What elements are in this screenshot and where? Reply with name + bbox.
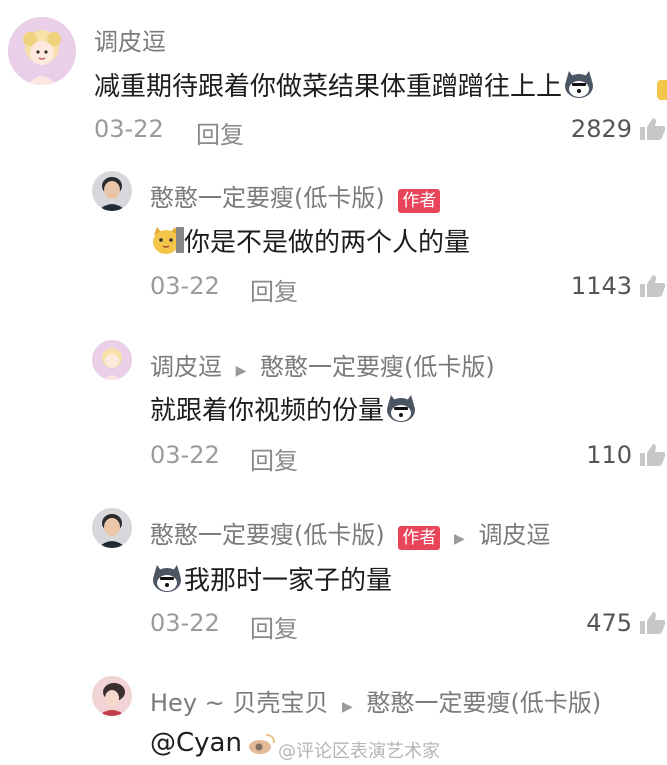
comment-text: 减重期待跟着你做菜结果体重蹭蹭往上上 <box>94 66 596 106</box>
reply-date: 03-22 <box>150 272 220 300</box>
avatar-author[interactable] <box>92 508 132 548</box>
reply-text-body: 就跟着你视频的份量 <box>150 396 385 426</box>
reply-author[interactable]: 调皮逗 ▶ 憨憨一定要瘦(低卡版) <box>150 347 495 382</box>
reply-button[interactable]: 回复 <box>250 609 298 644</box>
weibo-logo-icon <box>248 732 276 760</box>
reply-date: 03-22 <box>150 609 220 637</box>
comment-text-body: 减重期待跟着你做菜结果体重蹭蹭往上上 <box>94 72 563 102</box>
avatar-author[interactable] <box>92 171 132 211</box>
thumbs-up-icon[interactable] <box>637 442 667 472</box>
reply-to-name[interactable]: 憨憨一定要瘦(低卡版) <box>366 689 601 717</box>
reply-author-name: 调皮逗 <box>150 353 222 381</box>
like-count: 110 <box>586 441 632 469</box>
husky-emoji-icon <box>384 393 418 430</box>
reply-author[interactable]: 憨憨一定要瘦(低卡版) 作者 ▶ 调皮逗 <box>150 515 550 550</box>
author-badge: 作者 <box>398 526 441 550</box>
reply-author-name: Hey ~ 贝壳宝贝 <box>150 689 329 717</box>
reply-text: 就跟着你视频的份量 <box>150 390 418 430</box>
reply-button[interactable]: 回复 <box>250 272 298 307</box>
reply-arrow-icon: ▶ <box>342 699 353 715</box>
reply-author[interactable]: Hey ~ 贝壳宝贝 ▶ 憨憨一定要瘦(低卡版) <box>150 683 601 718</box>
comment-date: 03-22 <box>94 115 164 143</box>
reply-to-name[interactable]: 调皮逗 <box>478 521 550 549</box>
reply-date: 03-22 <box>150 441 220 469</box>
avatar-top-commenter[interactable] <box>8 17 76 85</box>
reply-text: @Cyan <box>150 728 242 758</box>
reply-text-body: 我那时一家子的量 <box>184 566 393 596</box>
reply-text-body[interactable]: @Cyan <box>150 728 242 758</box>
cut-off-emoji-icon <box>657 80 667 100</box>
avatar-commenter[interactable] <box>92 676 132 716</box>
reply-to-name[interactable]: 憨憨一定要瘦(低卡版) <box>260 353 495 381</box>
thumbs-up-icon[interactable] <box>637 273 667 303</box>
avatar-commenter[interactable] <box>92 340 132 380</box>
reply-author[interactable]: 憨憨一定要瘦(低卡版) 作者 <box>150 178 441 213</box>
reply-arrow-icon: ▶ <box>454 531 465 547</box>
like-count: 1143 <box>570 272 632 300</box>
watermark-text: @评论区表演艺术家 <box>278 741 440 762</box>
reply-author-name: 憨憨一定要瘦(低卡版) <box>150 184 385 212</box>
reply-button[interactable]: 回复 <box>250 441 298 476</box>
reply-text: 你是不是做的两个人的量 <box>150 222 470 262</box>
thumbs-up-icon[interactable] <box>637 610 667 640</box>
cat-emoji-icon <box>150 225 184 262</box>
reply-button[interactable]: 回复 <box>196 115 244 150</box>
reply-text: 我那时一家子的量 <box>150 560 392 600</box>
like-count: 475 <box>586 609 632 637</box>
reply-text-body: 你是不是做的两个人的量 <box>184 228 471 258</box>
thumbs-up-icon[interactable] <box>637 116 667 146</box>
husky-emoji-icon <box>150 563 184 600</box>
comment-author[interactable]: 调皮逗 <box>94 22 166 57</box>
husky-emoji-icon <box>562 69 596 106</box>
like-count: 2829 <box>570 115 632 143</box>
reply-arrow-icon: ▶ <box>235 363 247 379</box>
author-badge: 作者 <box>398 189 441 213</box>
reply-author-name: 憨憨一定要瘦(低卡版) <box>150 521 385 549</box>
